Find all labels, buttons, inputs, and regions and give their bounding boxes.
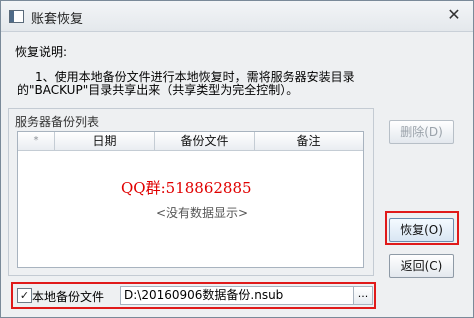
grid-header: * 日期 备份文件 备注: [18, 132, 363, 151]
local-backup-label[interactable]: 本地备份文件: [32, 288, 104, 305]
column-header-selector[interactable]: *: [18, 132, 55, 150]
back-button[interactable]: 返回(C): [389, 254, 454, 278]
local-backup-path-input[interactable]: [120, 286, 357, 305]
window-title: 账套恢复: [31, 12, 84, 27]
restore-dialog: 账套恢复 ✕ 恢复说明: 1、使用本地备份文件进行本地恢复时，需将服务器安装目录…: [0, 0, 474, 318]
description-title: 恢复说明:: [15, 45, 68, 59]
column-header-note[interactable]: 备注: [255, 132, 362, 150]
title-bar[interactable]: 账套恢复 ✕: [1, 1, 473, 32]
close-icon[interactable]: ✕: [443, 5, 465, 25]
qq-overlay-text: QQ群:518862885: [121, 179, 252, 197]
column-header-backup-file[interactable]: 备份文件: [155, 132, 255, 150]
delete-button[interactable]: 删除(D): [389, 120, 454, 144]
column-header-date[interactable]: 日期: [55, 132, 155, 150]
local-backup-checkbox[interactable]: ✓: [17, 288, 32, 303]
server-backup-group: 服务器备份列表 * 日期 备份文件 备注 QQ群:518862885 <没有数据…: [8, 108, 374, 276]
app-window-icon: [9, 10, 24, 23]
browse-button[interactable]: ...: [353, 286, 373, 305]
backup-list-grid[interactable]: * 日期 备份文件 备注 QQ群:518862885 <没有数据显示>: [17, 131, 364, 268]
empty-grid-message: <没有数据显示>: [156, 206, 249, 220]
group-title: 服务器备份列表: [15, 115, 100, 129]
restore-highlight-box: [385, 211, 459, 245]
description-line-2: 的"BACKUP"目录共享出来（共享类型为完全控制）。: [17, 83, 299, 97]
